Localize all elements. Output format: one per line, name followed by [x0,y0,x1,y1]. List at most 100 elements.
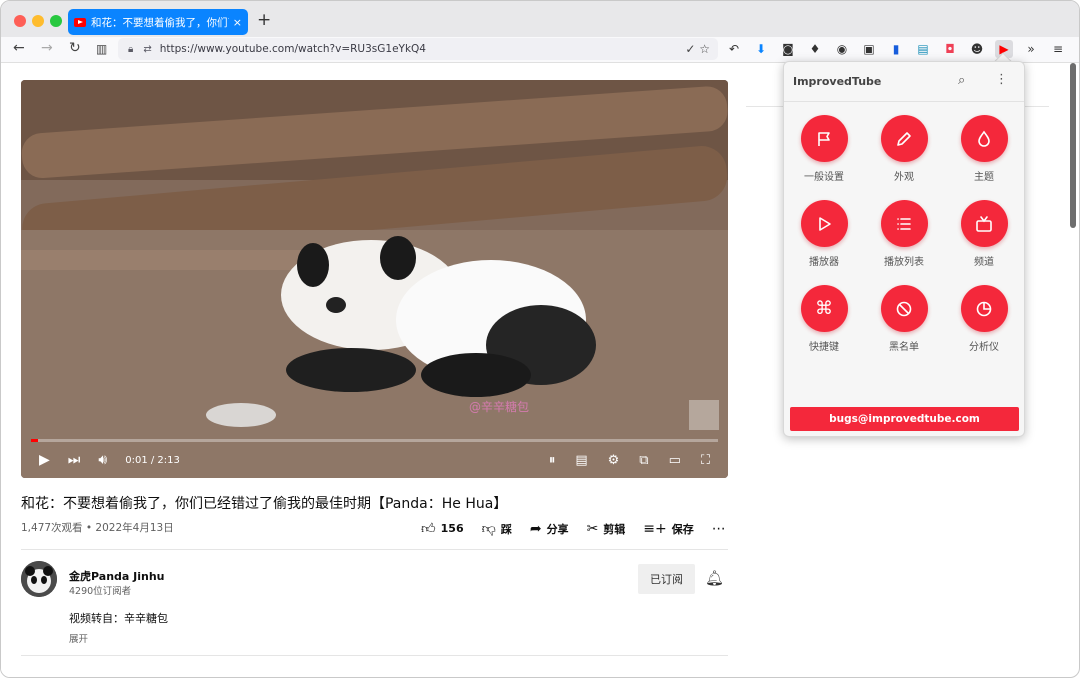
pocket-icon[interactable]: ◘ [941,40,959,58]
save-icon[interactable]: ▤ [914,40,932,58]
player-controls: ▶ ⏭ 🔊︎ 0:01 / 2:13 ⏸ ▤ ⚙ ⧉ ▭ ⛶ [21,442,728,478]
lock-icon[interactable]: 🔒︎ [128,44,133,55]
add-to-playlist-icon: ≡+ [643,520,667,537]
video-time: 0:01 / 2:13 [125,454,180,466]
tab-title: 和花：不要想着偷我了，你们已经错过了偷我的最佳时期 [91,16,229,29]
video-meta: 1,477次观看 • 2022年4月13日 [21,522,174,534]
share-label: 分享 [546,522,569,536]
reload-icon[interactable]: ↻ [69,40,81,56]
panda-icon[interactable]: ☻ [968,40,986,58]
menu-item-themes[interactable]: 主题 [944,115,1024,183]
menu-item-label: 外观 [894,172,914,183]
subscriber-count: 4290位订阅者 [69,586,132,597]
share-button[interactable]: ➦ 分享 [530,520,569,537]
download-icon[interactable]: ⬇ [752,40,770,58]
settings-gear-icon[interactable]: ⚙ [608,453,620,468]
list-icon [880,200,928,247]
command-glyph: ⌘ [815,297,833,319]
pencil-icon [880,115,928,162]
flag-icon [800,115,848,162]
menu-icon[interactable]: ≡ [1049,40,1067,58]
dislike-label: 踩 [500,522,512,536]
search-icon[interactable]: ⌕ [958,73,965,88]
menu-item-player[interactable]: 播放器 [784,200,864,268]
thumbs-up-icon: 👍︎ [421,521,436,537]
subtitles-icon[interactable]: ▤ [575,453,587,468]
channel-name[interactable]: 金虎Panda Jinhu [69,568,165,584]
more-actions-button[interactable]: ⋯ [712,520,726,537]
share-icon: ➦ [529,520,542,537]
menu-item-general[interactable]: 一般设置 [784,115,864,183]
menu-item-label: 分析仪 [969,342,999,353]
reader-view-icon[interactable]: ▥ [96,42,107,56]
menu-grid: 一般设置 外观 主题 播放器 播放列表 频道 ⌘ 快捷键 黑名单 分析仪 [784,115,1024,353]
tab-youtube[interactable]: 和花：不要想着偷我了，你们已经错过了偷我的最佳时期 × [68,9,248,35]
droplet-icon [960,115,1008,162]
password-manager-icon[interactable]: ▮ [887,40,905,58]
video-title: 和花：不要想着偷我了，你们已经错过了偷我的最佳时期【Panda：He Hua】 [21,496,508,512]
tab-close-icon[interactable]: × [233,16,242,29]
autoplay-toggle-icon[interactable]: ⏸ [549,453,556,468]
menu-item-channel[interactable]: 频道 [944,200,1024,268]
permissions-icon[interactable]: ⇄ [143,44,151,55]
browser-window: 和花：不要想着偷我了，你们已经错过了偷我的最佳时期 × + ← → ↻ ▥ 🔒︎… [0,0,1080,678]
url-text[interactable]: https://www.youtube.com/watch?v=RU3sG1eY… [160,43,426,55]
bug-report-button[interactable]: bugs@improvedtube.com [790,407,1019,431]
save-button[interactable]: ≡+ 保存 [643,520,693,537]
menu-item-label: 快捷键 [809,342,839,353]
like-count: 156 [440,522,464,535]
divider [21,549,728,550]
menu-item-shortcuts[interactable]: ⌘ 快捷键 [784,285,864,353]
video-player[interactable]: @辛辛糖包 ▶ ⏭ 🔊︎ 0:01 / 2:13 ⏸ ▤ ⚙ ⧉ ▭ ⛶ [21,80,728,478]
minimize-window-button[interactable] [32,15,44,27]
popup-title: ImprovedTube [793,75,882,88]
extension-toolbar: ↶ ⬇ ◙ ♦ ◉ ▣ ▮ ▤ ◘ ☻ ▶ » ≡ [725,40,1067,58]
page-scrollbar[interactable] [1070,63,1076,228]
video-actions: 👍︎ 156 👎︎ 踩 ➦ 分享 ✂ 剪辑 ≡+ 保存 ⋯ [421,520,726,538]
play-icon[interactable]: ▶ [39,452,50,468]
record-icon[interactable]: ◉ [833,40,851,58]
menu-item-playlist[interactable]: 播放列表 [864,200,944,268]
youtube-favicon-icon [74,17,86,27]
history-back-icon[interactable]: ↶ [725,40,743,58]
theater-mode-icon[interactable]: ▭ [669,453,681,468]
divider [21,655,728,656]
avatar-image [21,561,57,597]
scissors-icon: ✂ [586,520,599,537]
close-window-button[interactable] [14,15,26,27]
menu-item-appearance[interactable]: 外观 [864,115,944,183]
menu-item-label: 一般设置 [804,172,844,183]
address-bar[interactable]: 🔒︎ ⇄ https://www.youtube.com/watch?v=RU3… [118,38,718,60]
notification-bell-icon[interactable]: 🔔︎ [705,569,724,587]
back-arrow-icon[interactable]: ← [13,40,25,56]
next-icon[interactable]: ⏭ [68,452,81,468]
channel-avatar[interactable] [21,561,57,597]
save-label: 保存 [671,522,694,536]
video-frame-image [21,80,728,478]
tab-bar: 和花：不要想着偷我了，你们已经错过了偷我的最佳时期 × + [1,1,1079,37]
miniplayer-icon[interactable]: ⧉ [639,453,648,468]
bookmark-star-icon[interactable]: ✓ ☆ [685,42,710,56]
screenshot-icon[interactable]: ◙ [779,40,797,58]
block-icon [880,285,928,332]
forward-arrow-icon[interactable]: → [41,40,53,56]
more-vertical-icon[interactable]: ⋮ [995,72,1008,87]
menu-item-blocklist[interactable]: 黑名单 [864,285,944,353]
menu-item-label: 黑名单 [889,342,919,353]
like-button[interactable]: 👍︎ 156 [421,520,464,537]
maximize-window-button[interactable] [50,15,62,27]
overflow-chevron-icon[interactable]: » [1022,40,1040,58]
expand-description-link[interactable]: 展开 [69,631,88,645]
clip-button[interactable]: ✂ 剪辑 [587,520,626,537]
container-icon[interactable]: ▣ [860,40,878,58]
rocket-icon[interactable]: ♦ [806,40,824,58]
volume-icon[interactable]: 🔊︎ [98,452,107,468]
improvedtube-popup: ImprovedTube ⌕ ⋮ 一般设置 外观 主题 播放器 播放列表 频道 … [783,61,1025,437]
dislike-button[interactable]: 👎︎ 踩 [482,520,512,537]
menu-item-label: 播放列表 [884,257,924,268]
fullscreen-icon[interactable]: ⛶ [701,453,710,468]
menu-item-label: 播放器 [809,257,839,268]
menu-item-analyzer[interactable]: 分析仪 [944,285,1024,353]
subscribed-button[interactable]: 已订阅 [638,564,695,594]
new-tab-button[interactable]: + [257,10,271,30]
